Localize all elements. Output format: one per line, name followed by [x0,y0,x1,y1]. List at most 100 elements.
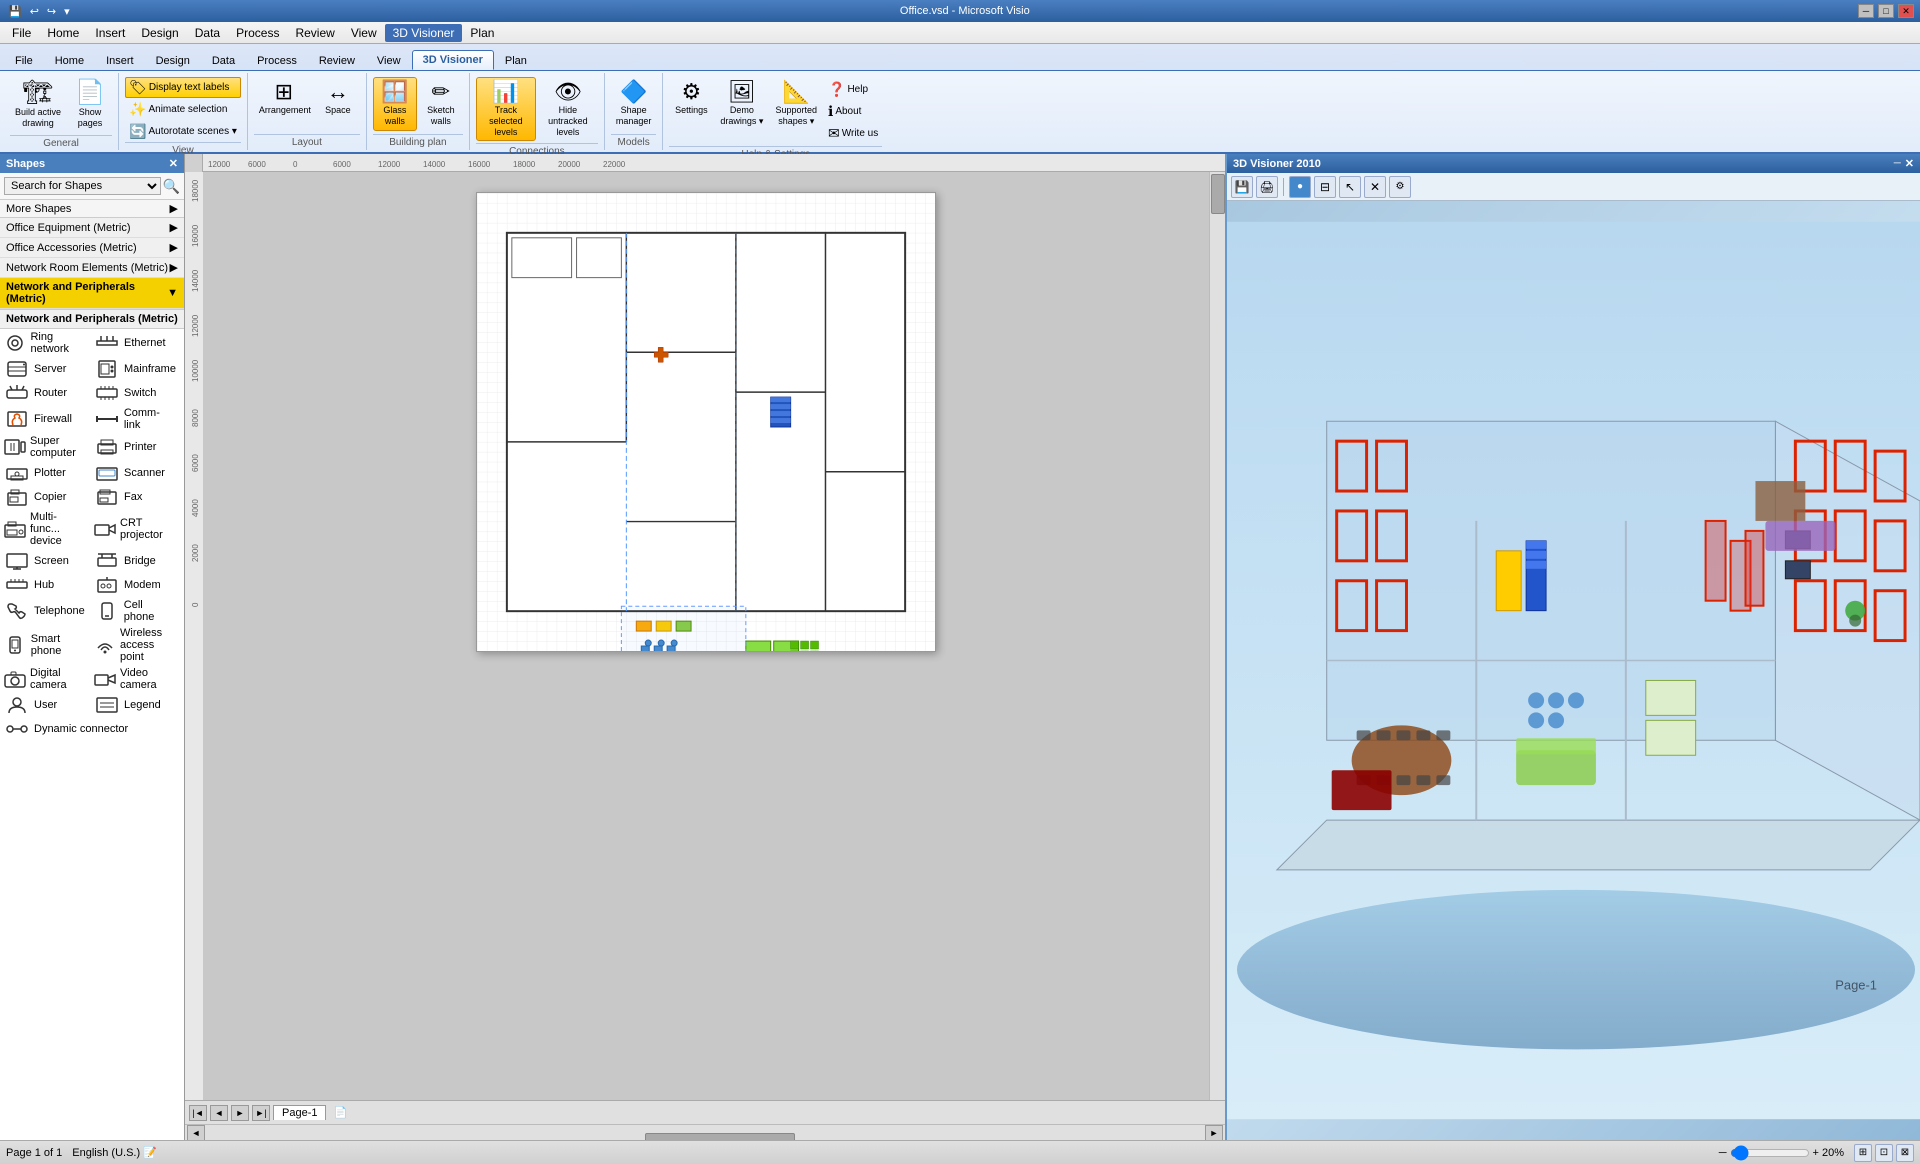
page-nav-first[interactable]: |◄ [189,1105,207,1121]
normal-view-btn[interactable]: ⊞ [1854,1144,1872,1162]
panel-3d-minimize[interactable]: ─ [1894,158,1901,169]
hscroll-left[interactable]: ◄ [187,1125,205,1141]
panel-3d-color[interactable]: ● [1289,176,1311,198]
shape-fax[interactable]: Fax [90,485,180,509]
quick-access[interactable]: 💾 ↩ ↪ ▾ [6,5,72,18]
menu-item-home[interactable]: Home [39,24,87,42]
canvas-viewport[interactable] [203,172,1209,1100]
close-button[interactable]: ✕ [1898,4,1914,18]
full-view-btn[interactable]: ⊡ [1875,1144,1893,1162]
redo-icon[interactable]: ↪ [45,5,58,18]
settings-button[interactable]: ⚙ Settings [669,77,713,120]
menu-item-data[interactable]: Data [187,24,228,42]
shape-firewall[interactable]: Firewall [0,405,90,433]
panel-3d-close-icon[interactable]: ✕ [1905,157,1914,170]
animate-selection-button[interactable]: ✨ Animate selection [125,99,241,120]
shape-screen[interactable]: Screen [0,549,90,573]
shape-plotter[interactable]: Plotter [0,461,90,485]
menu-item-file[interactable]: File [4,24,39,42]
expand-btn[interactable]: ⊠ [1896,1144,1914,1162]
zoom-slider[interactable] [1730,1145,1810,1161]
save-icon[interactable]: 💾 [6,5,24,18]
shape-ethernet[interactable]: Ethernet [90,329,180,357]
ribbon-tab-data[interactable]: Data [201,51,246,70]
shape-router[interactable]: Router [0,381,90,405]
ribbon-tab-plan[interactable]: Plan [494,51,538,70]
horizontal-scrollbar[interactable]: ◄ ► [185,1124,1225,1140]
shape-legend[interactable]: Legend [90,693,180,717]
shape-smart-phone[interactable]: Smart phone [0,625,90,665]
page-tab-1[interactable]: Page-1 [273,1105,326,1120]
shape-dynamic-connector[interactable]: Dynamic connector [0,717,184,741]
display-text-button[interactable]: 🏷 Display text labels [125,77,241,98]
build-active-button[interactable]: 🏗 Build activedrawing [10,77,66,133]
shape-super-computer[interactable]: Super computer [0,433,90,461]
write-us-button[interactable]: ✉ Write us [824,123,882,144]
menu-item-3d-visioner[interactable]: 3D Visioner [385,24,463,42]
menu-item-plan[interactable]: Plan [462,24,502,42]
supported-shapes-button[interactable]: 📐 Supportedshapes ▾ [770,77,822,131]
panel-3d-layers[interactable]: ⊟ [1314,176,1336,198]
shape-server[interactable]: Server [0,357,90,381]
shape-bridge[interactable]: Bridge [90,549,180,573]
panel-3d-tool5[interactable]: ⚙ [1389,176,1411,198]
hscroll-thumb[interactable] [645,1133,795,1141]
demo-drawings-button[interactable]: 🖼 Demodrawings ▾ [715,77,768,131]
glass-walls-button[interactable]: 🪟 Glasswalls [373,77,417,131]
shape-scanner[interactable]: Scanner [90,461,180,485]
ribbon-tab-home[interactable]: Home [44,51,95,70]
autorotate-button[interactable]: 🔄 Autorotate scenes ▾ [125,121,241,142]
shape-digital-camera[interactable]: Digital camera [0,665,90,693]
shapes-search-select[interactable]: Search for Shapes [4,177,161,195]
shape-copier[interactable]: Copier [0,485,90,509]
page-nav-prev[interactable]: ◄ [210,1105,228,1121]
panel-3d-print[interactable]: 🖨 [1256,176,1278,198]
menu-item-view[interactable]: View [343,24,385,42]
shape-multifunc[interactable]: Multi-func... device [0,509,90,549]
shapes-search-bar[interactable]: Search for Shapes 🔍 [0,173,184,200]
page-new-icon[interactable]: 📄 [333,1106,347,1119]
ribbon-tab-file[interactable]: File [4,51,44,70]
space-button[interactable]: ↔ Space [316,77,360,120]
spell-check-icon[interactable]: 📝 [143,1146,157,1159]
hide-untracked-button[interactable]: 👁 Hide untrackedlevels [538,77,598,141]
panel-3d-save[interactable]: 💾 [1231,176,1253,198]
shape-comm-link[interactable]: Comm-link [90,405,180,433]
shape-modem[interactable]: Modem [90,573,180,597]
menu-item-review[interactable]: Review [287,24,342,42]
ribbon-tab-review[interactable]: Review [308,51,366,70]
category-network-room[interactable]: Network Room Elements (Metric) ▶ [0,258,184,278]
panel-3d-cross[interactable]: ✕ [1364,176,1386,198]
menu-item-insert[interactable]: Insert [87,24,133,42]
hscroll-right[interactable]: ► [1205,1125,1223,1141]
ribbon-tab-process[interactable]: Process [246,51,308,70]
arrangement-button[interactable]: ⊞ Arrangement [254,77,314,120]
shape-wireless-ap[interactable]: Wireless access point [90,625,180,665]
shape-ring-network[interactable]: Ring network [0,329,90,357]
ribbon-tab-view[interactable]: View [366,51,412,70]
category-network-periph[interactable]: Network and Peripherals (Metric) ▼ [0,278,184,309]
panel-3d-view[interactable]: Page-1 [1227,201,1920,1140]
ribbon-tab-insert[interactable]: Insert [95,51,145,70]
maximize-button[interactable]: □ [1878,4,1894,18]
ribbon-tab-3d-visioner[interactable]: 3D Visioner [412,50,494,70]
help-button[interactable]: ❓ Help [824,79,882,100]
shape-switch[interactable]: Switch [90,381,180,405]
track-levels-button[interactable]: 📊 Track selectedlevels [476,77,536,141]
shape-telephone[interactable]: Telephone [0,597,90,625]
more-shapes-button[interactable]: More Shapes ▶ [0,200,184,218]
sketch-walls-button[interactable]: ✏ Sketchwalls [419,77,463,131]
menu-item-design[interactable]: Design [133,24,186,42]
shape-video-camera[interactable]: Video camera [90,665,180,693]
ribbon-tab-design[interactable]: Design [145,51,201,70]
page-nav-next[interactable]: ► [231,1105,249,1121]
shape-cell-phone[interactable]: Cell phone [90,597,180,625]
panel-3d-select[interactable]: ↖ [1339,176,1361,198]
window-controls[interactable]: ─ □ ✕ [1858,4,1914,18]
about-button[interactable]: ℹ About [824,101,882,122]
shape-mainframe[interactable]: Mainframe [90,357,180,381]
category-office-acc[interactable]: Office Accessories (Metric) ▶ [0,238,184,258]
zoom-out-icon[interactable]: ─ [1719,1147,1727,1159]
minimize-button[interactable]: ─ [1858,4,1874,18]
shape-crt-projector[interactable]: CRT projector [90,509,180,549]
